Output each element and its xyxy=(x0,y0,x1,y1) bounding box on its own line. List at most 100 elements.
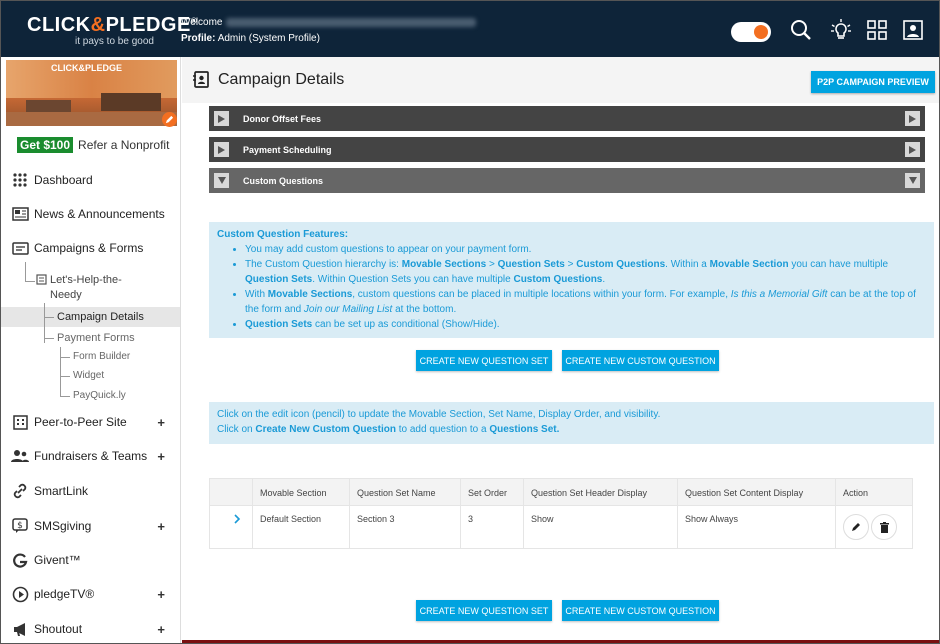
sidebar-item-label: pledgeTV® xyxy=(34,587,95,601)
newspaper-icon xyxy=(10,205,30,223)
promo-floor xyxy=(6,112,177,126)
features-item: With Movable Sections, custom questions … xyxy=(245,287,926,317)
tree-line xyxy=(60,376,70,377)
tree-line xyxy=(60,357,70,358)
sidebar-sub-campaign-details[interactable]: Campaign Details xyxy=(57,311,144,323)
contact-book-icon xyxy=(193,71,210,93)
features-bold: Custom Questions xyxy=(576,259,666,270)
app-window: CLICK&PLEDGE® it pays to be good Welcome… xyxy=(0,0,940,644)
features-bold: Movable Sections xyxy=(267,289,353,300)
redacted-user-name xyxy=(225,17,476,27)
sidebar-item-label: SmartLink xyxy=(34,484,89,498)
column-header: Action xyxy=(843,487,869,498)
edit-pencil-icon[interactable] xyxy=(843,514,869,540)
svg-text:$: $ xyxy=(17,521,23,531)
sidebar-item-label: News & Announcements xyxy=(34,207,165,221)
campaign-tree-item[interactable]: Let's-Help-the- Needy xyxy=(50,273,122,303)
sidebar-item-pledgetv[interactable]: pledgeTV® + xyxy=(10,583,175,605)
create-custom-question-button[interactable]: CREATE NEW CUSTOM QUESTION xyxy=(562,350,719,371)
column-divider xyxy=(460,479,461,548)
p2p-campaign-preview-button[interactable]: P2P CAMPAIGN PREVIEW xyxy=(811,71,935,93)
accordion-donor-offset-fees[interactable]: Donor Offset Fees xyxy=(209,106,925,131)
sidebar-item-fundraisers[interactable]: Fundraisers & Teams + xyxy=(10,445,175,467)
accordion-label: Donor Offset Fees xyxy=(243,113,322,124)
play-down-icon xyxy=(905,173,920,188)
expand-plus-icon[interactable]: + xyxy=(157,587,165,602)
campaign-icon xyxy=(36,274,47,288)
search-icon[interactable] xyxy=(789,18,813,42)
accordion-custom-questions[interactable]: Custom Questions xyxy=(209,168,925,193)
sidebar-item-label: Campaigns & Forms xyxy=(34,241,144,255)
features-text: . xyxy=(602,274,606,285)
column-divider xyxy=(677,479,678,548)
sidebar-sub-form-builder[interactable]: Form Builder xyxy=(73,351,130,362)
users-icon xyxy=(10,447,30,465)
features-heading: Custom Question Features: xyxy=(217,229,349,240)
megaphone-icon xyxy=(10,620,30,638)
expand-plus-icon[interactable]: + xyxy=(157,519,165,534)
sidebar-sub-payment-forms[interactable]: Payment Forms xyxy=(57,332,135,344)
sidebar-item-dashboard[interactable]: Dashboard xyxy=(10,169,175,191)
welcome-block: Welcome Profile: Admin (System Profile) xyxy=(181,15,476,47)
features-bold: Question Sets xyxy=(245,319,313,330)
sidebar-item-smartlink[interactable]: SmartLink xyxy=(10,480,175,502)
question-sets-table: Movable Section Question Set Name Set Or… xyxy=(209,478,913,549)
features-italic: Is this a Memorial Gift xyxy=(730,289,828,300)
edit-info-bold: Questions Set. xyxy=(489,424,560,435)
sidebar-item-label: SMSgiving xyxy=(34,519,92,533)
brand-logo[interactable]: CLICK&PLEDGE® it pays to be good xyxy=(27,14,197,47)
expand-plus-icon[interactable]: + xyxy=(157,415,165,430)
sidebar-item-news[interactable]: News & Announcements xyxy=(10,203,175,225)
sidebar-sub-widget[interactable]: Widget xyxy=(73,370,104,381)
logo-tagline: it pays to be good xyxy=(75,36,154,47)
sidebar: CLICK&PLEDGE Get $100 Refer a Nonprofit … xyxy=(1,57,181,643)
lightbulb-icon[interactable] xyxy=(829,18,853,42)
sidebar-item-smsgiving[interactable]: $ SMSgiving + xyxy=(10,515,175,537)
play-right-icon xyxy=(905,142,920,157)
tree-line xyxy=(60,347,61,397)
sidebar-item-givent[interactable]: Givent™ xyxy=(10,549,175,571)
create-custom-question-button-bottom[interactable]: CREATE NEW CUSTOM QUESTION xyxy=(562,600,719,621)
column-divider xyxy=(252,479,253,548)
features-bold: Question Sets xyxy=(245,274,313,285)
top-bar: CLICK&PLEDGE® it pays to be good Welcome… xyxy=(1,1,939,57)
sidebar-item-campaigns[interactable]: Campaigns & Forms xyxy=(10,237,175,259)
user-profile-icon[interactable] xyxy=(901,18,925,42)
promo-sign: CLICK&PLEDGE xyxy=(51,63,123,73)
cell-movable-section: Default Section xyxy=(260,514,322,524)
apps-grid-icon[interactable] xyxy=(865,18,889,42)
play-right-icon xyxy=(214,111,229,126)
features-text: > xyxy=(486,259,498,270)
sidebar-item-label: Shoutout xyxy=(34,622,83,636)
cell-set-order: 3 xyxy=(468,514,474,524)
sidebar-item-label: Dashboard xyxy=(34,173,93,187)
sidebar-sub-payquickly[interactable]: PayQuick.ly xyxy=(73,390,126,401)
theme-toggle[interactable] xyxy=(731,22,771,42)
create-question-set-button[interactable]: CREATE NEW QUESTION SET xyxy=(416,350,552,371)
sidebar-item-shoutout[interactable]: Shoutout + xyxy=(10,618,175,640)
features-bold: Custom Questions xyxy=(513,274,603,285)
features-item: Question Sets can be set up as condition… xyxy=(245,317,926,332)
givent-icon xyxy=(10,551,30,569)
profile-value: Admin (System Profile) xyxy=(217,33,320,44)
column-divider xyxy=(523,479,524,548)
features-bold: Movable Section xyxy=(709,259,789,270)
sidebar-item-peer-to-peer[interactable]: Peer-to-Peer Site + xyxy=(10,411,175,433)
create-question-set-button-bottom[interactable]: CREATE NEW QUESTION SET xyxy=(416,600,552,621)
promo-banner[interactable]: CLICK&PLEDGE xyxy=(6,60,177,126)
column-divider xyxy=(835,479,836,548)
expand-plus-icon[interactable]: + xyxy=(157,622,165,637)
refer-nonprofit-link[interactable]: Get $100 Refer a Nonprofit xyxy=(17,137,169,153)
edit-info-text: to add question to a xyxy=(395,424,490,435)
accordion-payment-scheduling[interactable]: Payment Scheduling xyxy=(209,137,925,162)
tree-line xyxy=(44,303,45,343)
expand-plus-icon[interactable]: + xyxy=(157,449,165,464)
pencil-icon[interactable] xyxy=(162,112,177,127)
logo-amp: & xyxy=(90,14,106,36)
trash-icon[interactable] xyxy=(871,514,897,540)
cell-header-display: Show xyxy=(531,514,554,524)
main-content: Campaign Details P2P CAMPAIGN PREVIEW Do… xyxy=(182,57,939,643)
column-header: Movable Section xyxy=(260,487,327,498)
chevron-right-icon[interactable] xyxy=(234,506,241,532)
features-text: at the bottom. xyxy=(392,304,457,315)
